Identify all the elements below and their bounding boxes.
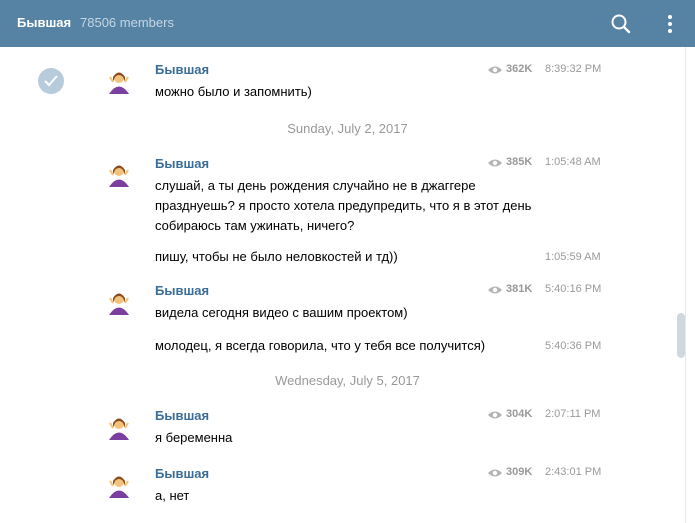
message-select-check[interactable]: [38, 68, 64, 94]
message-time[interactable]: 2:07:11 PM: [545, 408, 600, 420]
search-button[interactable]: [609, 12, 633, 36]
view-count: 385K: [506, 156, 533, 168]
eye-icon: [488, 159, 502, 167]
chat-header: Бывшая 78506 members: [0, 0, 695, 47]
message-text: я беременна: [155, 430, 233, 445]
message-text: слушай, а ты день рождения случайно не в…: [155, 178, 532, 233]
message-author[interactable]: Бывшая: [155, 466, 209, 481]
message-author[interactable]: Бывшая: [155, 408, 209, 423]
message-text: а, нет: [155, 488, 190, 503]
eye-icon: [488, 286, 502, 294]
message-time[interactable]: 8:39:32 PM: [545, 63, 601, 75]
date-separator: Sunday, July 2, 2017: [287, 121, 408, 136]
view-count: 309K: [506, 466, 533, 478]
message-text: можно было и запомнить): [155, 84, 312, 99]
view-count: 362K: [506, 63, 533, 75]
more-vertical-icon: [668, 15, 672, 33]
view-count: 381K: [506, 283, 533, 295]
view-count: 304K: [506, 408, 533, 420]
chat-title[interactable]: Бывшая: [17, 15, 71, 30]
message-author[interactable]: Бывшая: [155, 156, 209, 171]
avatar[interactable]: [105, 67, 133, 95]
message-author[interactable]: Бывшая: [155, 62, 209, 77]
message-time[interactable]: 1:05:48 AM: [545, 156, 601, 168]
eye-icon: [488, 411, 502, 419]
eye-icon: [488, 66, 502, 74]
check-icon: [44, 75, 58, 87]
scrollbar-thumb[interactable]: [677, 313, 685, 358]
message-time[interactable]: 2:43:01 PM: [545, 466, 601, 478]
message-history[interactable]: Бывшая 362K 8:39:32 PM можно было и запо…: [0, 47, 695, 523]
message-author[interactable]: Бывшая: [155, 283, 209, 298]
message-text: молодец, я всегда говорила, что у тебя в…: [155, 338, 486, 353]
message-text: пишу, чтобы не было неловкостей и тд)): [155, 249, 398, 264]
message-time[interactable]: 1:05:59 AM: [545, 251, 601, 263]
eye-icon: [488, 469, 502, 477]
avatar[interactable]: [105, 413, 133, 441]
scroll-track[interactable]: [685, 47, 686, 523]
date-separator: Wednesday, July 5, 2017: [275, 373, 420, 388]
avatar[interactable]: [105, 160, 133, 188]
message-time[interactable]: 5:40:36 PM: [545, 340, 601, 352]
message-text: видела сегодня видео с вашим проектом): [155, 305, 408, 320]
search-icon: [611, 14, 631, 34]
avatar[interactable]: [105, 471, 133, 499]
members-count[interactable]: 78506 members: [80, 15, 174, 30]
avatar[interactable]: [105, 288, 133, 316]
more-menu-button[interactable]: [662, 12, 678, 36]
message-time[interactable]: 5:40:16 PM: [545, 283, 601, 295]
